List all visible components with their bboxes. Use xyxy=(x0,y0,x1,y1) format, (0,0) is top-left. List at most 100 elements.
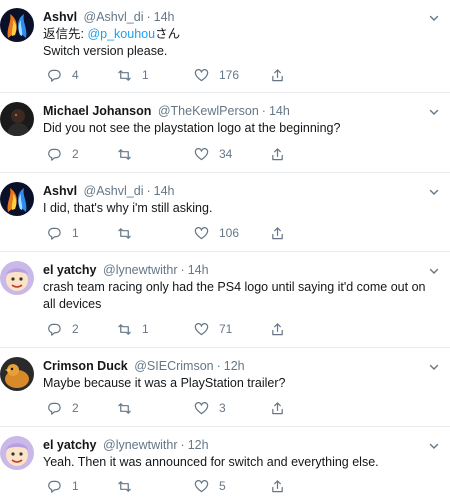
dark-portrait-avatar[interactable] xyxy=(0,102,34,136)
timestamp[interactable]: 12h xyxy=(188,438,209,452)
share-icon xyxy=(272,479,283,492)
timestamp[interactable]: 12h xyxy=(224,359,245,373)
tweet[interactable]: Michael Johanson @TheKewlPerson · 14h Did … xyxy=(0,93,450,173)
display-name[interactable]: Ashvl xyxy=(43,10,77,24)
chevron-down-icon[interactable] xyxy=(428,439,440,451)
retweet-icon xyxy=(118,480,131,492)
chevron-down-icon[interactable] xyxy=(428,264,440,276)
user-handle[interactable]: @TheKewlPerson xyxy=(158,104,259,118)
like-count: 71 xyxy=(219,322,233,336)
retweet-icon xyxy=(118,323,131,335)
reply-button[interactable]: 2 xyxy=(47,320,79,338)
like-count: 106 xyxy=(219,226,240,240)
reply-button[interactable]: 2 xyxy=(47,145,79,163)
display-name[interactable]: Ashvl xyxy=(43,184,77,198)
tweet-header: el yatchy @lynewtwithr · 14h xyxy=(43,261,450,279)
reply-icon xyxy=(48,402,61,415)
share-button[interactable] xyxy=(270,320,285,338)
share-button[interactable] xyxy=(270,477,285,495)
retweet-icon xyxy=(118,227,131,239)
duck-avatar[interactable] xyxy=(0,357,34,391)
reply-button[interactable]: 1 xyxy=(47,477,79,495)
share-icon xyxy=(272,68,283,81)
chevron-down-icon[interactable] xyxy=(428,105,440,117)
chevron-down-icon[interactable] xyxy=(428,185,440,197)
like-count: 176 xyxy=(219,68,240,82)
reply-icon xyxy=(48,148,61,161)
separator-dot: · xyxy=(180,438,185,452)
retweet-button[interactable]: 1 xyxy=(117,320,149,338)
reply-button[interactable]: 2 xyxy=(47,399,79,417)
user-handle[interactable]: @lynewtwithr xyxy=(103,263,178,277)
tweet-header: el yatchy @lynewtwithr · 12h xyxy=(43,436,450,454)
retweet-count: 1 xyxy=(142,322,149,336)
reply-button[interactable]: 1 xyxy=(47,224,79,242)
user-handle[interactable]: @lynewtwithr xyxy=(103,438,178,452)
timestamp[interactable]: 14h xyxy=(269,104,290,118)
chevron-down-icon[interactable] xyxy=(428,360,440,372)
display-name[interactable]: Crimson Duck xyxy=(43,359,128,373)
share-button[interactable] xyxy=(270,399,285,417)
heart-icon xyxy=(194,147,209,160)
tweet[interactable]: Ashvl @Ashvl_di · 14h I did, that's why i'… xyxy=(0,173,450,252)
user-handle[interactable]: @Ashvl_di xyxy=(84,10,144,24)
reply-thread: Ashvl @Ashvl_di · 14h 返信先: @p_kouhouさん Swi… xyxy=(0,0,450,502)
like-button[interactable]: 176 xyxy=(194,66,239,84)
like-button[interactable]: 106 xyxy=(194,224,239,242)
share-icon xyxy=(272,401,283,414)
tweet-text: Maybe because it was a PlayStation trail… xyxy=(43,376,286,390)
timestamp[interactable]: 14h xyxy=(188,263,209,277)
tweet-text: crash team racing only had the PS4 logo … xyxy=(43,280,426,311)
share-button[interactable] xyxy=(270,224,285,242)
retweet-button[interactable] xyxy=(117,224,142,242)
separator-dot: · xyxy=(146,184,151,198)
reply-icon xyxy=(48,227,61,240)
display-name[interactable]: el yatchy xyxy=(43,438,97,452)
share-button[interactable] xyxy=(270,66,285,84)
tweet-header: Crimson Duck @SIECrimson · 12h xyxy=(43,357,450,375)
retweet-button[interactable]: 1 xyxy=(117,66,149,84)
fire-ice-avatar[interactable] xyxy=(0,8,34,42)
share-button[interactable] xyxy=(270,145,285,163)
tweet-actions: 2 34 xyxy=(43,145,443,163)
user-handle[interactable]: @Ashvl_di xyxy=(84,184,144,198)
cartoon-face-avatar[interactable] xyxy=(0,261,34,295)
tweet[interactable]: el yatchy @lynewtwithr · 14h crash team ra… xyxy=(0,252,450,348)
like-button[interactable]: 34 xyxy=(194,145,232,163)
share-icon xyxy=(272,147,283,160)
fire-ice-avatar[interactable] xyxy=(0,182,34,216)
retweet-button[interactable] xyxy=(117,145,142,163)
tweet-header: Ashvl @Ashvl_di · 14h xyxy=(43,8,450,26)
like-button[interactable]: 5 xyxy=(194,477,226,495)
reply-count: 2 xyxy=(72,322,79,336)
tweet-header: Ashvl @Ashvl_di · 14h xyxy=(43,182,450,200)
reply-prefix: 返信先: xyxy=(43,27,88,41)
reply-icon xyxy=(48,69,61,82)
tweet[interactable]: el yatchy @lynewtwithr · 12h Yeah. Then it… xyxy=(0,427,450,502)
like-button[interactable]: 71 xyxy=(194,320,232,338)
tweet-text: Did you not see the playstation logo at … xyxy=(43,121,341,135)
display-name[interactable]: Michael Johanson xyxy=(43,104,151,118)
reply-button[interactable]: 4 xyxy=(47,66,79,84)
share-icon xyxy=(272,226,283,239)
reply-to-link[interactable]: @p_kouhou xyxy=(87,27,155,41)
reply-count: 4 xyxy=(72,68,79,82)
chevron-down-icon[interactable] xyxy=(428,11,440,23)
reply-suffix: さん xyxy=(155,27,181,41)
like-count: 34 xyxy=(219,147,233,161)
tweet[interactable]: Crimson Duck @SIECrimson · 12h Maybe becau… xyxy=(0,348,450,427)
heart-icon xyxy=(194,479,209,492)
tweet[interactable]: Ashvl @Ashvl_di · 14h 返信先: @p_kouhouさん Swi… xyxy=(0,0,450,93)
retweet-button[interactable] xyxy=(117,399,142,417)
like-button[interactable]: 3 xyxy=(194,399,226,417)
tweet-header: Michael Johanson @TheKewlPerson · 14h xyxy=(43,102,450,120)
timestamp[interactable]: 14h xyxy=(154,10,175,24)
separator-dot: · xyxy=(146,10,151,24)
tweet-actions: 2 1 71 xyxy=(43,320,443,338)
retweet-button[interactable] xyxy=(117,477,142,495)
user-handle[interactable]: @SIECrimson xyxy=(134,359,213,373)
timestamp[interactable]: 14h xyxy=(154,184,175,198)
display-name[interactable]: el yatchy xyxy=(43,263,97,277)
tweet-text: Switch version please. xyxy=(43,44,168,58)
cartoon-face-avatar[interactable] xyxy=(0,436,34,470)
